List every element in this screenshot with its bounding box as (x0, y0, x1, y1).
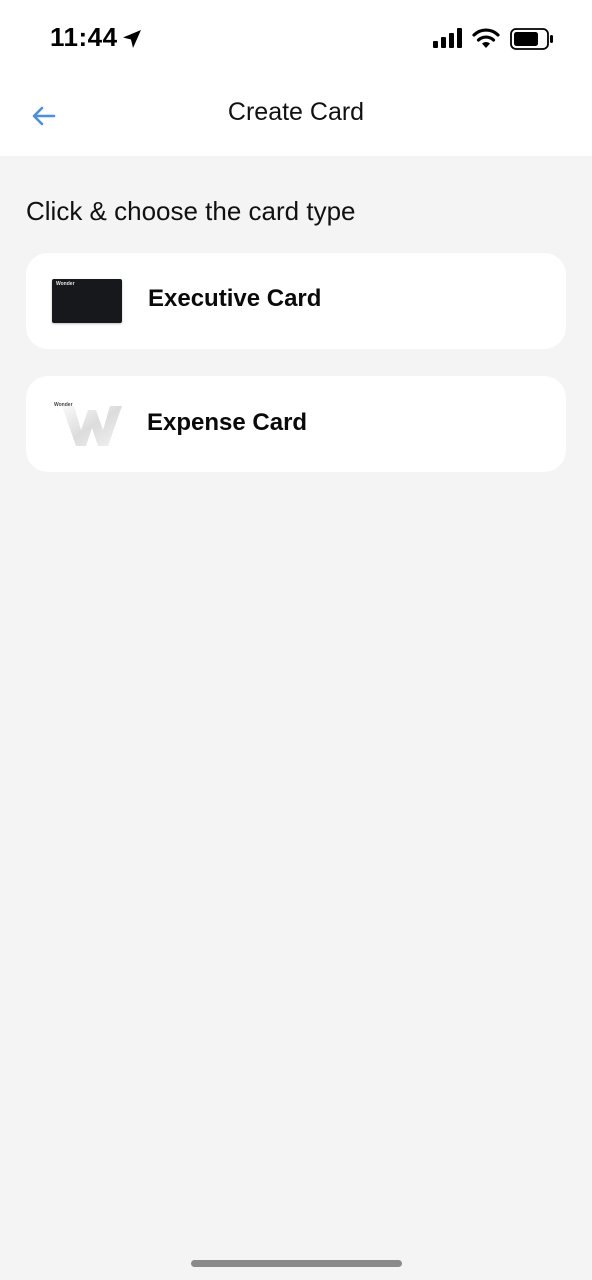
wifi-icon (472, 28, 500, 48)
section-heading: Click & choose the card type (26, 196, 356, 226)
card-brand-label: Wonder (56, 281, 75, 287)
card-brand-label: Wonder (54, 402, 73, 408)
executive-card-thumbnail: Wonder (52, 279, 122, 323)
expense-card-thumbnail: Wonder (52, 400, 124, 448)
card-option-label: Executive Card (148, 285, 322, 312)
cellular-signal-icon (433, 28, 462, 48)
status-bar: 11:44 (0, 0, 592, 80)
home-indicator[interactable] (191, 1260, 402, 1267)
navigation-bar: Create Card (0, 80, 592, 156)
card-option-label: Expense Card (147, 409, 308, 436)
expense-card-option[interactable]: Wonder Expense Card (26, 376, 566, 472)
status-time: 11:44 (50, 22, 118, 52)
executive-card-option[interactable]: Wonder Executive Card (26, 253, 566, 349)
location-arrow-icon (123, 30, 141, 48)
page-title: Create Card (227, 98, 365, 126)
battery-icon (510, 28, 553, 50)
